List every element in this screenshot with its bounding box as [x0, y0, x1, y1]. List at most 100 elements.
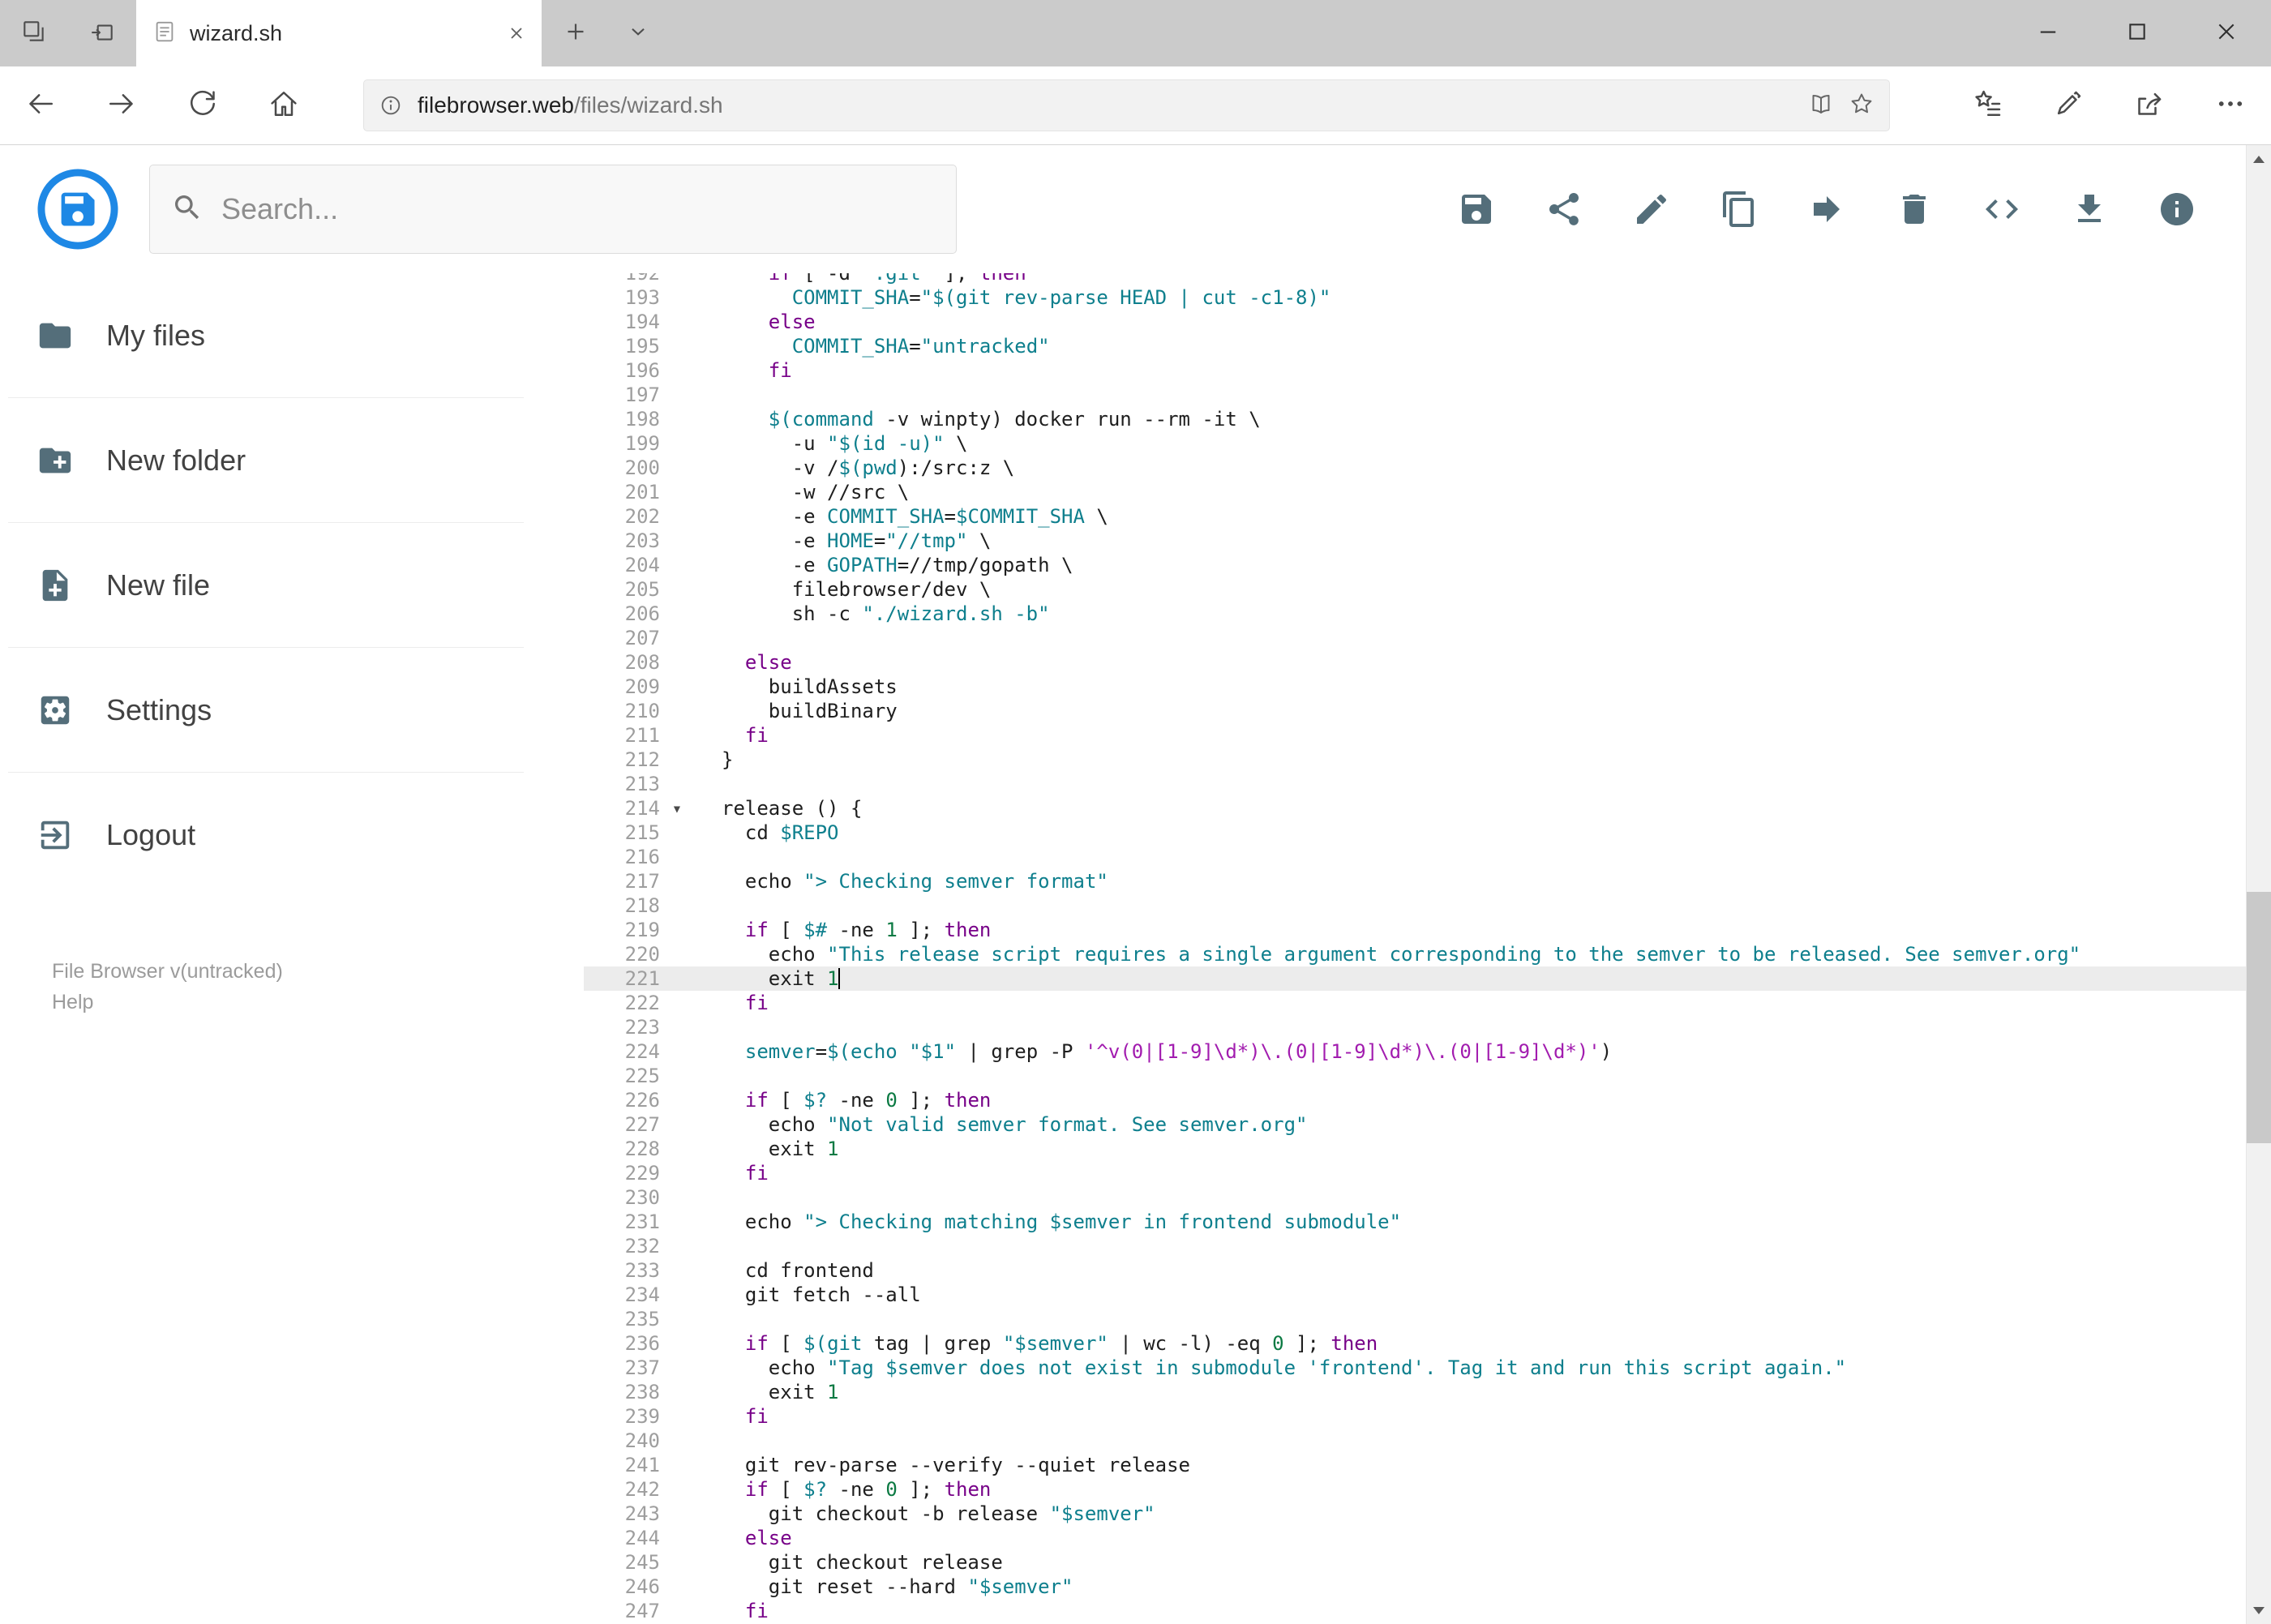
code-text[interactable]: echo "> Checking semver format" [689, 869, 2246, 893]
code-text[interactable]: cd frontend [689, 1258, 2246, 1283]
code-text[interactable]: -e HOME="//tmp" \ [689, 529, 2246, 553]
help-link[interactable]: Help [52, 987, 283, 1018]
close-button[interactable] [2182, 0, 2271, 66]
code-text[interactable] [689, 1185, 2246, 1210]
code-text[interactable] [689, 893, 2246, 918]
code-text[interactable] [689, 1015, 2246, 1039]
code-text[interactable]: -e COMMIT_SHA=$COMMIT_SHA \ [689, 504, 2246, 529]
code-text[interactable]: COMMIT_SHA="untracked" [689, 334, 2246, 358]
new-tab-button[interactable] [542, 0, 610, 66]
tab-close-icon[interactable] [508, 24, 525, 42]
page-scrollbar[interactable] [2246, 145, 2271, 1624]
code-text[interactable] [689, 383, 2246, 407]
delete-button[interactable] [1895, 190, 1934, 229]
code-text[interactable] [689, 1429, 2246, 1453]
edit-button[interactable] [1632, 190, 1671, 229]
code-text[interactable]: -w //src \ [689, 480, 2246, 504]
hub-button[interactable] [1947, 66, 2028, 144]
code-text[interactable]: echo "Tag $semver does not exist in subm… [689, 1356, 2246, 1380]
minimize-button[interactable] [2003, 0, 2093, 66]
code-text[interactable]: if [ $(git tag | grep "$semver" | wc -l)… [689, 1331, 2246, 1356]
code-text[interactable]: release () { [689, 796, 2246, 821]
code-text[interactable]: git fetch --all [689, 1283, 2246, 1307]
code-text[interactable]: git checkout -b release "$semver" [689, 1502, 2246, 1526]
sidebar-item-my-files[interactable]: My files [0, 273, 584, 398]
code-text[interactable]: cd $REPO [689, 821, 2246, 845]
browser-tab[interactable]: wizard.sh [136, 0, 542, 66]
code-text[interactable]: } [689, 748, 2246, 772]
code-text[interactable]: exit 1 [689, 1380, 2246, 1404]
favorite-button[interactable] [1849, 91, 1875, 121]
code-text[interactable]: if [ $? -ne 0 ]; then [689, 1477, 2246, 1502]
site-info-icon[interactable] [379, 93, 403, 118]
code-text[interactable]: else [689, 1526, 2246, 1550]
code-text[interactable]: fi [689, 1161, 2246, 1185]
code-text[interactable]: echo "This release script requires a sin… [689, 942, 2246, 966]
code-text[interactable]: $(command -v winpty) docker run --rm -it… [689, 407, 2246, 431]
code-text[interactable]: git rev-parse --verify --quiet release [689, 1453, 2246, 1477]
tabs-set-aside-button[interactable] [0, 0, 68, 66]
scroll-down-button[interactable] [2247, 1596, 2271, 1624]
home-button[interactable] [243, 66, 324, 144]
info-button[interactable] [2157, 190, 2196, 229]
code-text[interactable]: -u "$(id -u)" \ [689, 431, 2246, 456]
code-text[interactable]: filebrowser/dev \ [689, 577, 2246, 602]
code-text[interactable] [689, 772, 2246, 796]
code-text[interactable]: else [689, 650, 2246, 675]
code-text[interactable] [689, 1234, 2246, 1258]
copy-button[interactable] [1720, 190, 1759, 229]
code-text[interactable]: fi [689, 1599, 2246, 1623]
refresh-button[interactable] [162, 66, 243, 144]
code-text[interactable]: exit 1 [689, 966, 2246, 991]
search-box[interactable] [149, 165, 957, 254]
save-button[interactable] [1457, 190, 1496, 229]
code-text[interactable]: else [689, 310, 2246, 334]
sidebar-item-new-folder[interactable]: New folder [0, 398, 584, 523]
code-text[interactable]: COMMIT_SHA="$(git rev-parse HEAD | cut -… [689, 285, 2246, 310]
tab-list-button[interactable] [610, 0, 666, 66]
move-button[interactable] [1807, 190, 1846, 229]
code-text[interactable] [689, 1064, 2246, 1088]
scroll-up-button[interactable] [2247, 145, 2271, 173]
code-text[interactable] [689, 626, 2246, 650]
code-text[interactable]: git checkout release [689, 1550, 2246, 1575]
annotate-button[interactable] [2028, 66, 2109, 144]
code-text[interactable]: semver=$(echo "$1" | grep -P '^v(0|[1-9]… [689, 1039, 2246, 1064]
share-button[interactable] [2109, 66, 2190, 144]
code-text[interactable]: fi [689, 1404, 2246, 1429]
code-text[interactable]: git reset --hard "$semver" [689, 1575, 2246, 1599]
code-text[interactable]: exit 1 [689, 1137, 2246, 1161]
code-text[interactable]: fi [689, 358, 2246, 383]
forward-button[interactable] [81, 66, 162, 144]
sidebar-item-logout[interactable]: Logout [0, 773, 584, 898]
tab-preview-button[interactable] [68, 0, 136, 66]
maximize-button[interactable] [2093, 0, 2182, 66]
code-text[interactable]: fi [689, 991, 2246, 1015]
code-text[interactable]: -v /$(pwd):/src:z \ [689, 456, 2246, 480]
download-button[interactable] [2070, 190, 2109, 229]
code-text[interactable]: sh -c "./wizard.sh -b" [689, 602, 2246, 626]
code-text[interactable]: buildBinary [689, 699, 2246, 723]
code-text[interactable]: fi [689, 723, 2246, 748]
code-text[interactable] [689, 845, 2246, 869]
code-text[interactable]: if [ $? -ne 0 ]; then [689, 1088, 2246, 1112]
code-view-button[interactable] [1982, 190, 2021, 229]
back-button[interactable] [0, 66, 81, 144]
code-editor[interactable]: 192 if [ -d ".git" ]; then 193 COMMIT_SHA… [584, 273, 2246, 1624]
code-text[interactable]: echo "Not valid semver format. See semve… [689, 1112, 2246, 1137]
reading-view-button[interactable] [1808, 91, 1834, 121]
share-file-button[interactable] [1545, 190, 1583, 229]
code-text[interactable]: if [ $# -ne 1 ]; then [689, 918, 2246, 942]
code-text[interactable]: if [ -d ".git" ]; then [689, 273, 2246, 285]
search-input[interactable] [221, 192, 948, 226]
code-text[interactable]: buildAssets [689, 675, 2246, 699]
fold-arrow-icon[interactable]: ▾ [665, 796, 689, 821]
more-button[interactable] [2190, 66, 2271, 144]
scroll-thumb[interactable] [2247, 892, 2271, 1143]
code-text[interactable]: -e GOPATH=//tmp/gopath \ [689, 553, 2246, 577]
sidebar-item-settings[interactable]: Settings [0, 648, 584, 773]
address-bar[interactable]: filebrowser.web/files/wizard.sh [363, 79, 1890, 131]
code-text[interactable] [689, 1307, 2246, 1331]
code-text[interactable]: echo "> Checking matching $semver in fro… [689, 1210, 2246, 1234]
sidebar-item-new-file[interactable]: New file [0, 523, 584, 648]
